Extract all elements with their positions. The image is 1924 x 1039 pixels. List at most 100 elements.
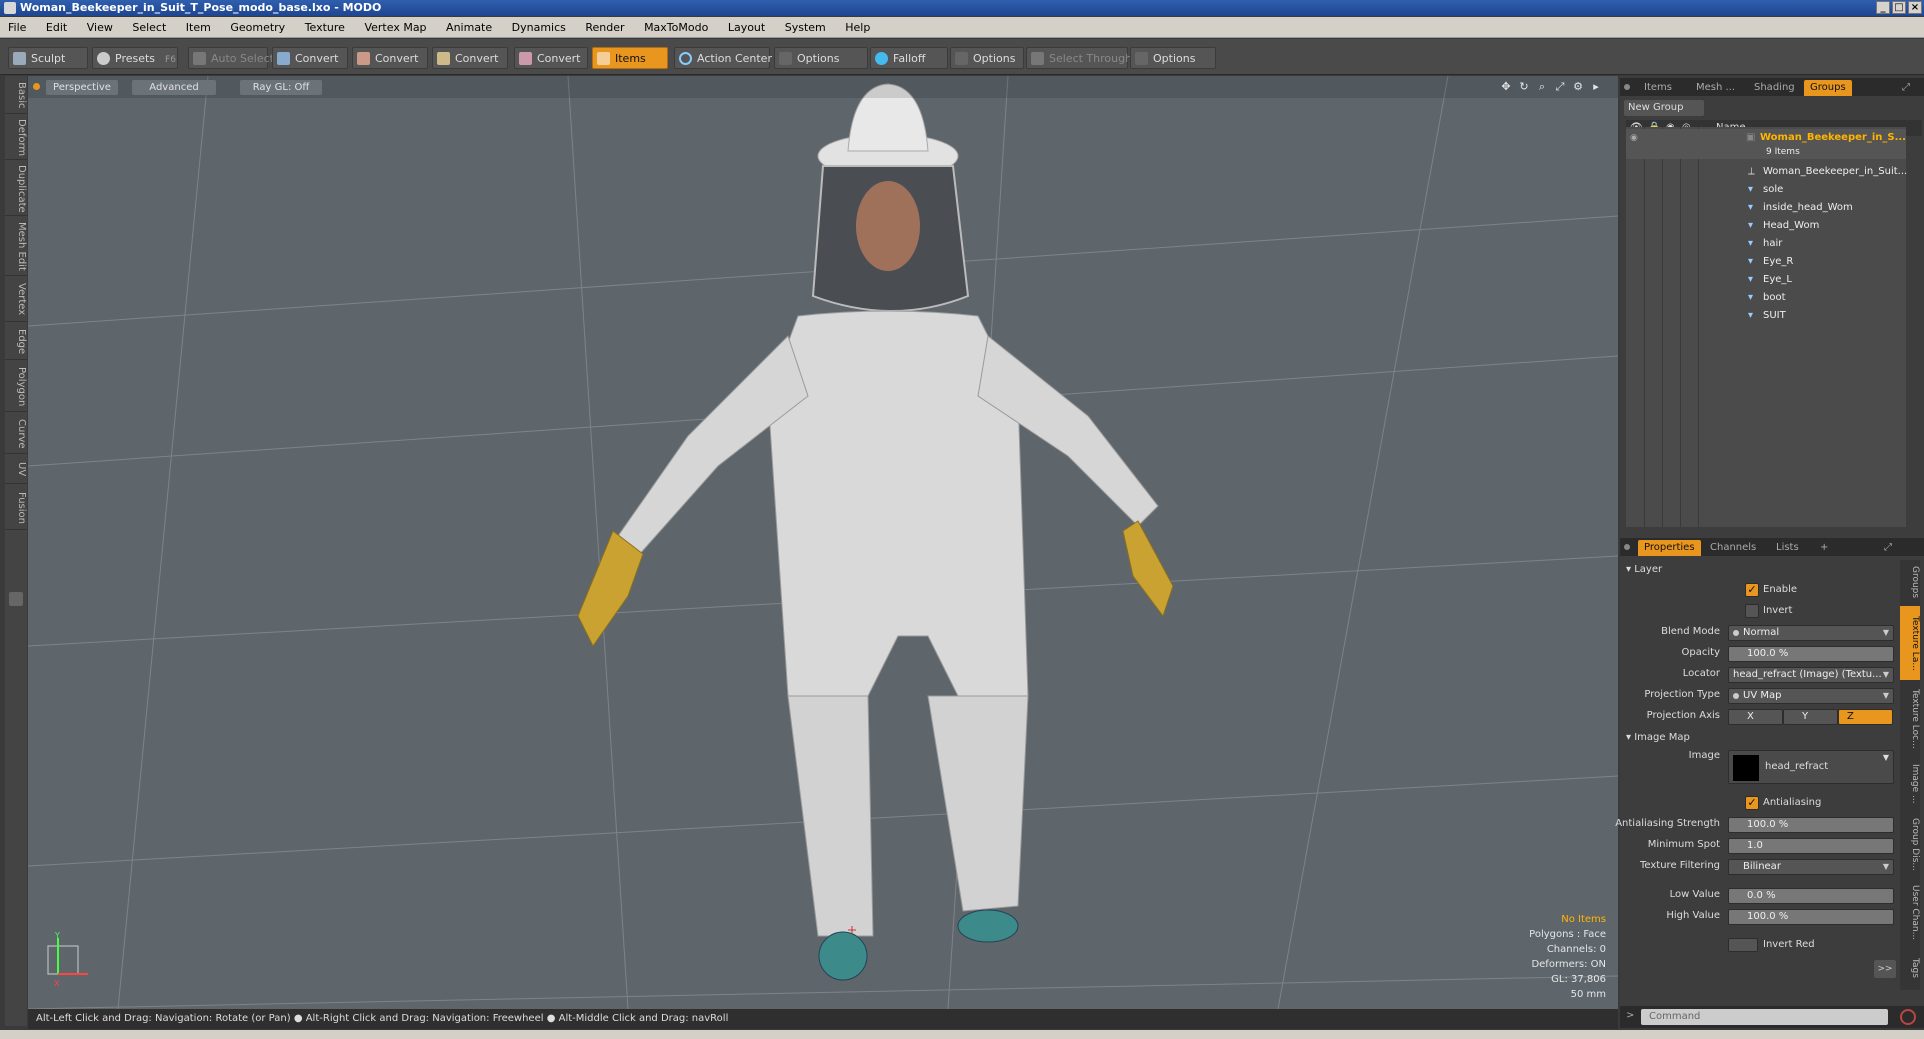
raygl-toggle[interactable]: Ray GL: Off	[240, 80, 322, 95]
menu-animate[interactable]: Animate	[438, 17, 500, 38]
sculpt-button[interactable]: Sculpt	[8, 47, 88, 69]
tab-basic[interactable]: Basic	[5, 78, 27, 114]
tab-curve[interactable]: Curve	[5, 414, 27, 454]
low-value-slider[interactable]: 0.0 %	[1728, 888, 1894, 904]
tab-vertex[interactable]: Vertex	[5, 278, 27, 322]
expand-properties-button[interactable]: >>	[1874, 960, 1896, 978]
menu-select[interactable]: Select	[124, 17, 174, 38]
projection-type-dropdown[interactable]: UV Map ▼	[1728, 688, 1894, 704]
play-arrow-icon[interactable]: ▸	[1590, 81, 1602, 93]
tree-item[interactable]: ▾ Eye_R	[1626, 253, 1906, 271]
expand-panel-icon[interactable]: ⤢	[1878, 540, 1898, 556]
convert-button-1[interactable]: Convert	[272, 47, 348, 69]
blend-mode-dropdown[interactable]: Normal ▼	[1728, 625, 1894, 641]
rtab-texture-layers[interactable]: Texture La...	[1900, 606, 1920, 680]
locator-dropdown[interactable]: head_refract (Image) (Textu... ▼	[1728, 667, 1894, 683]
invert-red-checkbox[interactable]	[1728, 938, 1758, 952]
presets-button[interactable]: Presets F6	[92, 47, 178, 69]
tree-item[interactable]: ▾ inside_head_Wom	[1626, 199, 1906, 217]
tab-deform[interactable]: Deform	[5, 116, 27, 160]
min-spot-field[interactable]: 1.0	[1728, 838, 1894, 854]
tree-item[interactable]: ▾ sole	[1626, 181, 1906, 199]
menu-render[interactable]: Render	[577, 17, 632, 38]
falloff-button[interactable]: Falloff	[870, 47, 948, 69]
axis-y-button[interactable]: Y	[1783, 709, 1838, 725]
command-input[interactable]: Command	[1641, 1009, 1888, 1025]
falloff-options-button[interactable]: Options	[950, 47, 1024, 69]
group-row[interactable]: ◉ ▣ Woman_Beekeeper_in_S... 9 Items	[1626, 129, 1906, 159]
close-button[interactable]: ×	[1908, 1, 1922, 14]
select-options-button[interactable]: Options	[1130, 47, 1216, 69]
axis-z-button[interactable]: Z	[1838, 709, 1893, 725]
tab-fusion[interactable]: Fusion	[5, 486, 27, 530]
layer-section-header[interactable]: ▾ Layer	[1626, 564, 1662, 575]
menu-help[interactable]: Help	[837, 17, 878, 38]
tab-mesh-edit[interactable]: Mesh Edit	[5, 218, 27, 276]
tool-palette-icon[interactable]	[9, 592, 23, 606]
action-center-options-button[interactable]: Options	[774, 47, 868, 69]
tab-channels[interactable]: Channels	[1704, 540, 1762, 556]
select-through-button[interactable]: Select Through	[1026, 47, 1132, 69]
menu-texture[interactable]: Texture	[297, 17, 353, 38]
tab-groups[interactable]: Groups	[1804, 80, 1852, 96]
menu-system[interactable]: System	[777, 17, 834, 38]
image-picker[interactable]: head_refract ▼	[1728, 750, 1894, 784]
antialiasing-checkbox[interactable]: ✓	[1745, 796, 1759, 810]
rtab-groups[interactable]: Groups	[1900, 560, 1920, 604]
image-map-section-header[interactable]: ▾ Image Map	[1626, 732, 1690, 743]
enable-checkbox[interactable]: ✓	[1745, 583, 1759, 597]
3d-viewport[interactable]: Y X Perspective Advanced Ray GL: Off ✥ ↻…	[28, 76, 1618, 1009]
action-center-button[interactable]: Action Center	[674, 47, 772, 69]
tab-items[interactable]: Items	[1638, 80, 1678, 96]
tab-shading[interactable]: Shading	[1748, 80, 1801, 96]
panel-menu-icon[interactable]	[1624, 84, 1630, 90]
fit-icon[interactable]: ⤢	[1554, 81, 1566, 93]
expand-panel-icon[interactable]: ⤢	[1896, 80, 1916, 96]
rtab-tags[interactable]: Tags	[1900, 950, 1920, 986]
tree-item[interactable]: ▾ hair	[1626, 235, 1906, 253]
texture-filtering-dropdown[interactable]: Bilinear ▼	[1728, 859, 1894, 875]
tree-item[interactable]: ▾ Eye_L	[1626, 271, 1906, 289]
menu-view[interactable]: View	[79, 17, 121, 38]
convert-button-2[interactable]: Convert	[352, 47, 428, 69]
tree-item[interactable]: ⟂ Woman_Beekeeper_in_Suit...	[1626, 163, 1907, 181]
menu-geometry[interactable]: Geometry	[222, 17, 293, 38]
tree-item[interactable]: ▾ boot	[1626, 289, 1906, 307]
tree-item[interactable]: ▾ Head_Wom	[1626, 217, 1906, 235]
eye-icon[interactable]: ◉	[1630, 133, 1640, 143]
tab-lists[interactable]: Lists	[1770, 540, 1805, 556]
rtab-texture-locators[interactable]: Texture Loc...	[1900, 682, 1920, 756]
menu-maxtomodo[interactable]: MaxToModo	[636, 17, 716, 38]
panel-menu-icon[interactable]	[1624, 544, 1630, 550]
axis-x-button[interactable]: X	[1728, 709, 1783, 725]
rtab-user-channels[interactable]: User Chan...	[1900, 878, 1920, 948]
view-type-dropdown[interactable]: Perspective	[46, 80, 118, 95]
tab-uv[interactable]: UV	[5, 456, 27, 484]
aa-strength-slider[interactable]: 100.0 %	[1728, 817, 1894, 833]
rtab-group-display[interactable]: Group Dis...	[1900, 812, 1920, 876]
minimize-button[interactable]: _	[1876, 1, 1890, 14]
rtab-image[interactable]: Image ...	[1900, 758, 1920, 810]
tab-polygon[interactable]: Polygon	[5, 362, 27, 412]
convert-button-3[interactable]: Convert	[432, 47, 508, 69]
gear-icon[interactable]: ⚙	[1572, 81, 1584, 93]
zoom-icon[interactable]: ⌕	[1536, 81, 1548, 93]
convert-button-4[interactable]: Convert	[514, 47, 588, 69]
viewport-menu-icon[interactable]	[33, 83, 40, 90]
record-icon[interactable]	[1900, 1009, 1916, 1025]
menu-file[interactable]: File	[0, 17, 34, 38]
tab-edge[interactable]: Edge	[5, 324, 27, 360]
tree-item[interactable]: ▾ SUIT	[1626, 307, 1906, 325]
auto-select-button[interactable]: Auto Select	[188, 47, 274, 69]
rotate-icon[interactable]: ↻	[1518, 81, 1530, 93]
shading-dropdown[interactable]: Advanced	[132, 80, 216, 95]
menu-item[interactable]: Item	[178, 17, 219, 38]
invert-checkbox[interactable]	[1745, 604, 1759, 618]
tab-duplicate[interactable]: Duplicate	[5, 162, 27, 216]
add-tab-button[interactable]: +	[1814, 540, 1834, 556]
items-mode-button[interactable]: Items	[592, 47, 668, 69]
new-group-button[interactable]: New Group	[1624, 100, 1704, 116]
menu-edit[interactable]: Edit	[38, 17, 75, 38]
pan-icon[interactable]: ✥	[1500, 81, 1512, 93]
maximize-button[interactable]: □	[1892, 1, 1906, 14]
